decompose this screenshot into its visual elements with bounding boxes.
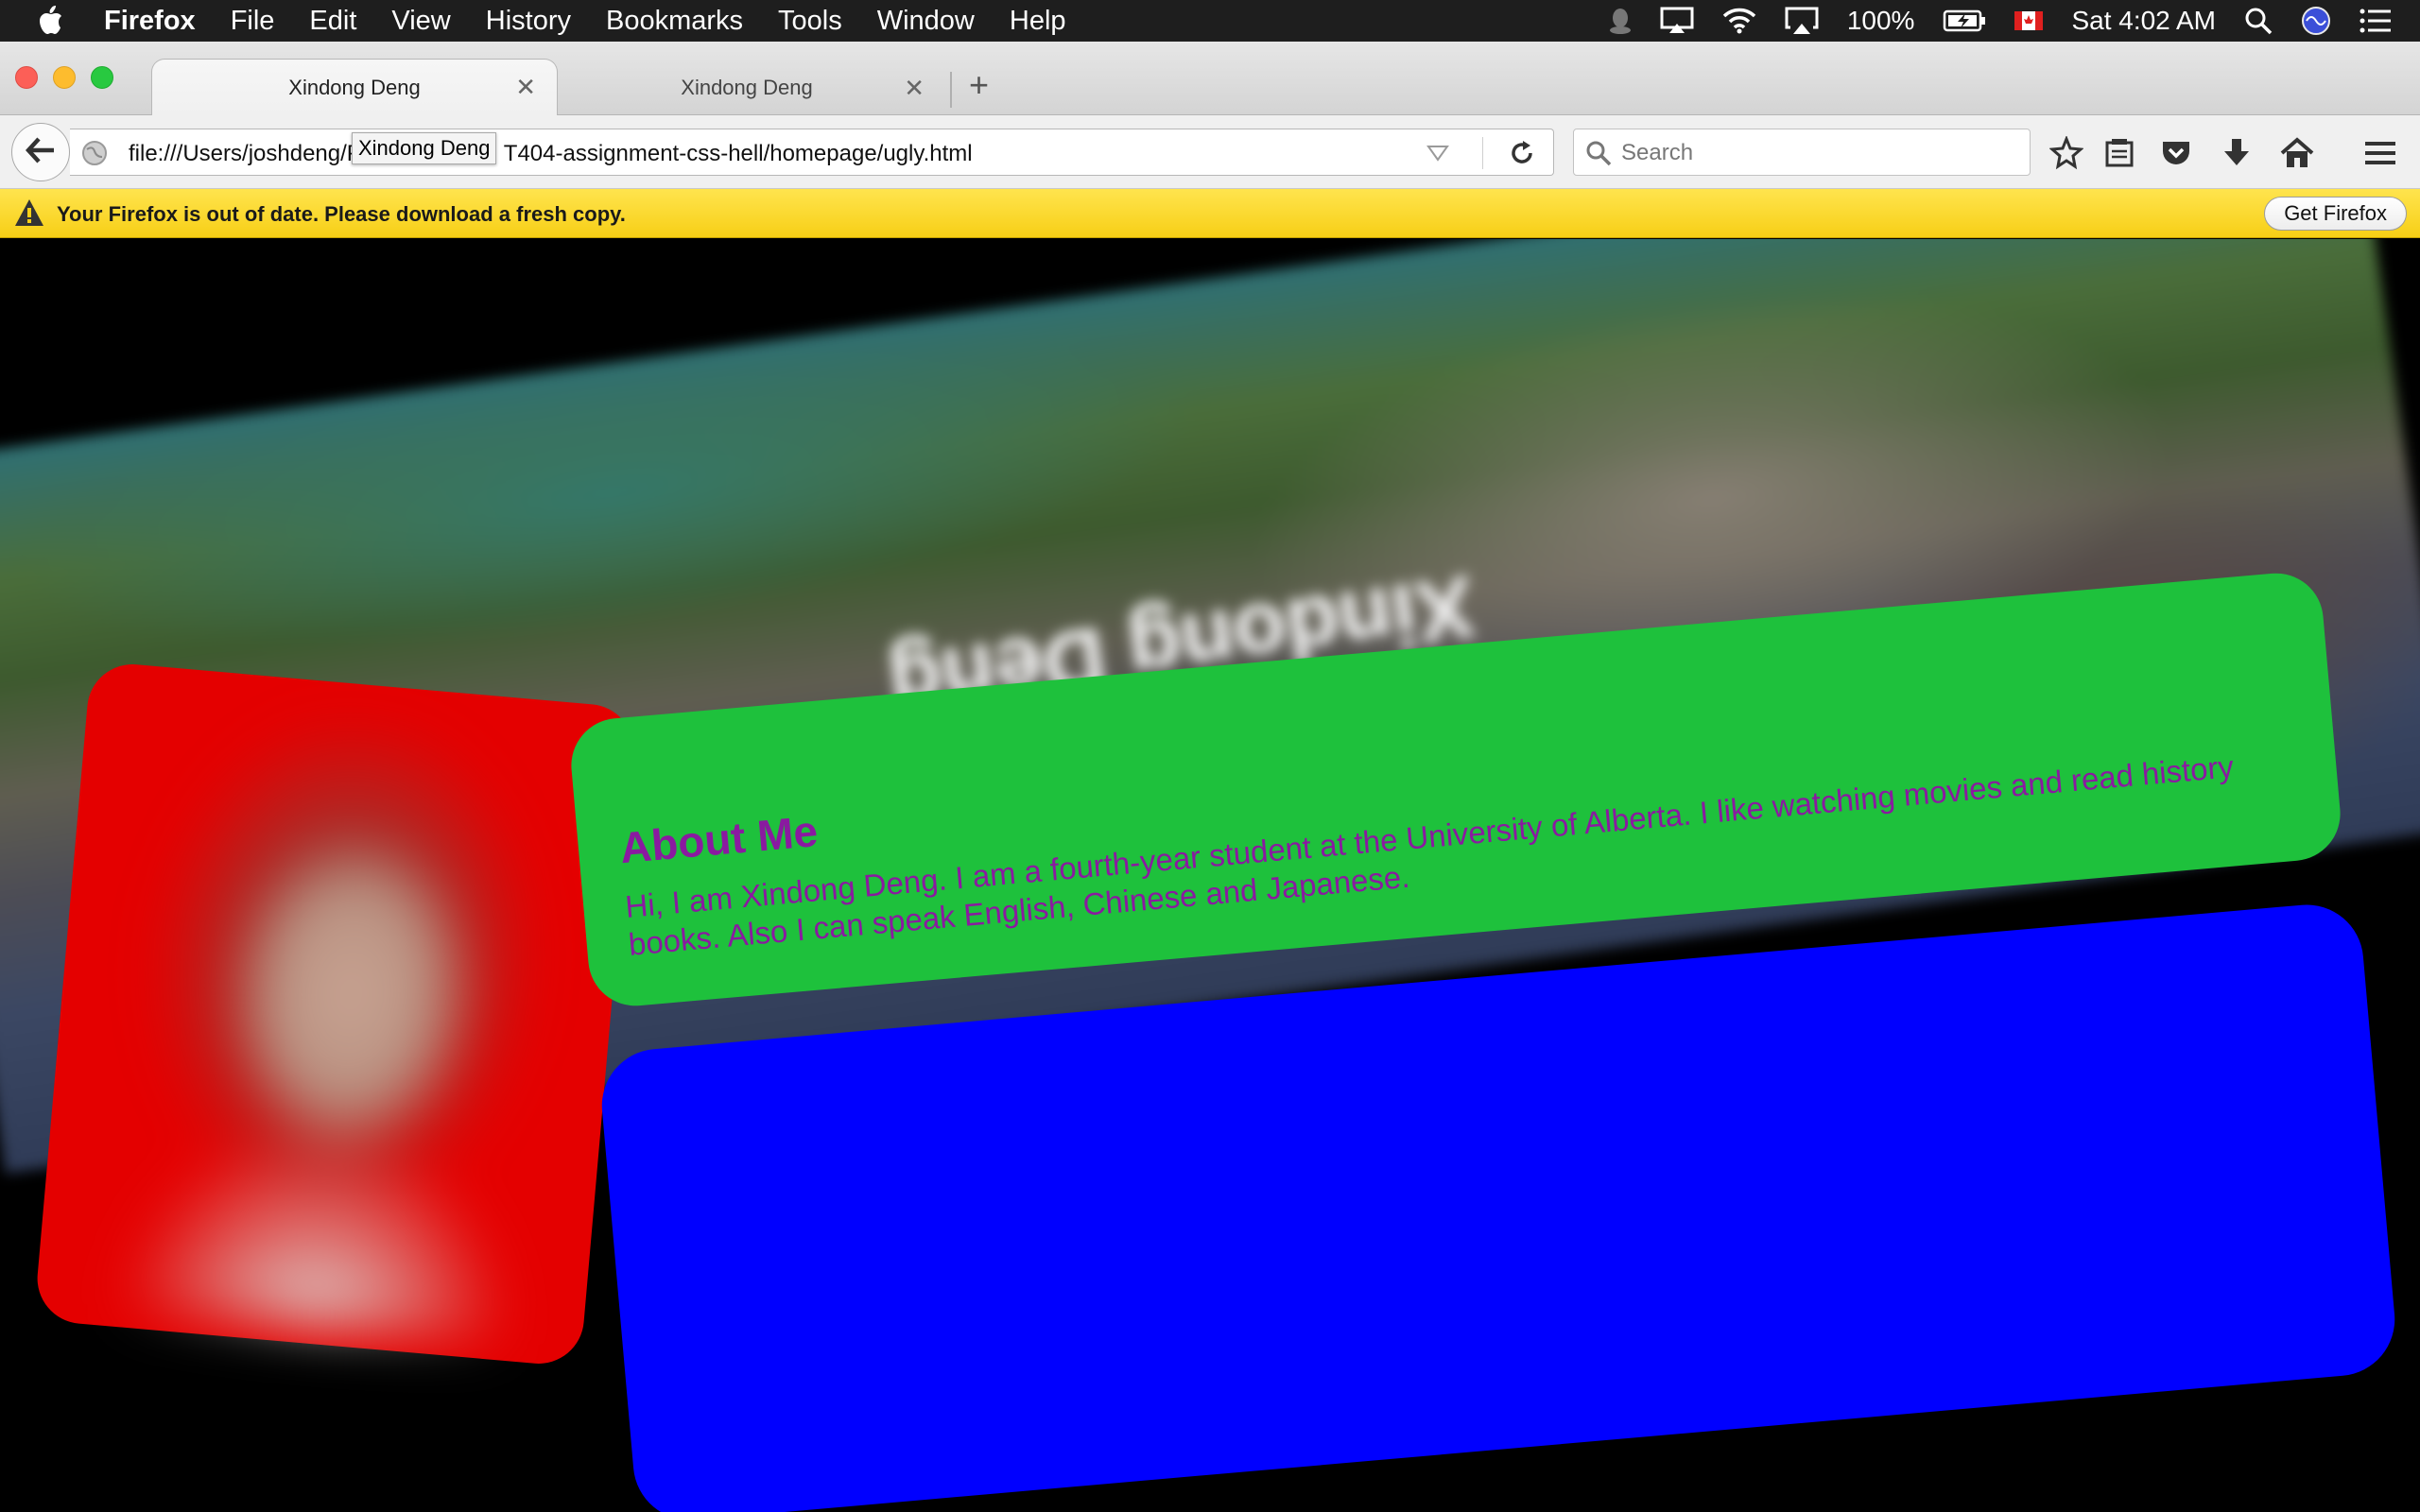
window-minimize-button[interactable] <box>53 66 76 89</box>
home-icon[interactable] <box>2278 134 2316 172</box>
notification-center-icon[interactable] <box>2360 9 2392 33</box>
menu-tools[interactable]: Tools <box>778 6 842 37</box>
battery-icon[interactable] <box>1943 9 1986 32</box>
url-text[interactable]: file:///Users/joshdeng/P T404-assignment-… <box>129 141 973 167</box>
menu-window[interactable]: Window <box>877 6 975 37</box>
notification-message: Your Firefox is out of date. Please down… <box>57 202 626 226</box>
download-icon[interactable] <box>2218 134 2256 172</box>
qq-icon[interactable] <box>1609 7 1632 35</box>
wifi-icon[interactable] <box>1722 8 1756 34</box>
menu-bookmarks[interactable]: Bookmarks <box>606 6 743 37</box>
menu-edit[interactable]: Edit <box>309 6 356 37</box>
menu-history[interactable]: History <box>486 6 571 37</box>
window-zoom-button[interactable] <box>91 66 113 89</box>
tab-inactive[interactable]: Xindong Deng ✕ <box>548 60 945 115</box>
globe-icon[interactable] <box>81 140 108 171</box>
warning-icon <box>13 198 45 232</box>
search-input[interactable] <box>1621 137 2018 169</box>
reload-icon[interactable] <box>1508 139 1536 172</box>
window-close-button[interactable] <box>15 66 38 89</box>
tab-separator <box>950 72 952 108</box>
battery-percent: 100% <box>1846 6 1915 35</box>
status-area: 100% Sat 4:02 AM <box>1609 0 2420 42</box>
close-icon[interactable]: ✕ <box>515 73 536 102</box>
avatar <box>92 703 588 1345</box>
menu-help[interactable]: Help <box>1010 6 1066 37</box>
tab-active[interactable]: Xindong Deng ✕ <box>151 59 558 116</box>
menu-file[interactable]: File <box>231 6 275 37</box>
url-divider <box>1482 137 1483 169</box>
menu-view[interactable]: View <box>391 6 450 37</box>
menu-app-firefox[interactable]: Firefox <box>104 6 196 37</box>
avatar-frame <box>33 661 638 1367</box>
get-firefox-button[interactable]: Get Firefox <box>2264 197 2407 231</box>
clock[interactable]: Sat 4:02 AM <box>2071 6 2216 36</box>
flag-canada-icon[interactable] <box>2014 11 2044 30</box>
url-bar[interactable]: file:///Users/joshdeng/P T404-assignment-… <box>70 129 1554 176</box>
about-me-heading: About Me <box>617 806 821 873</box>
back-arrow-icon <box>25 136 56 169</box>
bookmark-star-icon[interactable] <box>2048 134 2085 172</box>
hamburger-menu-icon[interactable] <box>2361 134 2399 172</box>
navigation-toolbar: file:///Users/joshdeng/P T404-assignment-… <box>0 115 2420 189</box>
apple-icon[interactable] <box>36 4 70 38</box>
new-tab-button[interactable]: + <box>969 66 989 104</box>
back-button[interactable] <box>11 123 70 181</box>
tab-title: Xindong Deng <box>681 76 813 99</box>
search-icon <box>1585 140 1612 171</box>
reading-list-icon[interactable] <box>2100 134 2138 172</box>
page-viewport[interactable]: Xindong Deng About Me Hi, I am Xindong D… <box>0 239 2420 1512</box>
airplay-display-icon[interactable] <box>1660 7 1694 35</box>
tab-title: Xindong Deng <box>288 76 421 99</box>
search-bar[interactable] <box>1573 129 2031 176</box>
spotlight-icon[interactable] <box>2244 7 2273 35</box>
close-icon[interactable]: ✕ <box>904 74 925 103</box>
dropmarker-icon[interactable] <box>1426 143 1449 168</box>
airplay-icon[interactable] <box>1785 7 1819 35</box>
tab-strip: Xindong Deng ✕ Xindong Deng ✕ + <box>0 42 2420 116</box>
siri-icon[interactable] <box>2301 6 2331 36</box>
tab-title-tooltip: Xindong Deng <box>352 132 497 164</box>
macos-menu-bar: Firefox File Edit View History Bookmarks… <box>0 0 2420 42</box>
pocket-icon[interactable] <box>2157 134 2195 172</box>
update-notification-bar: Your Firefox is out of date. Please down… <box>0 189 2420 238</box>
